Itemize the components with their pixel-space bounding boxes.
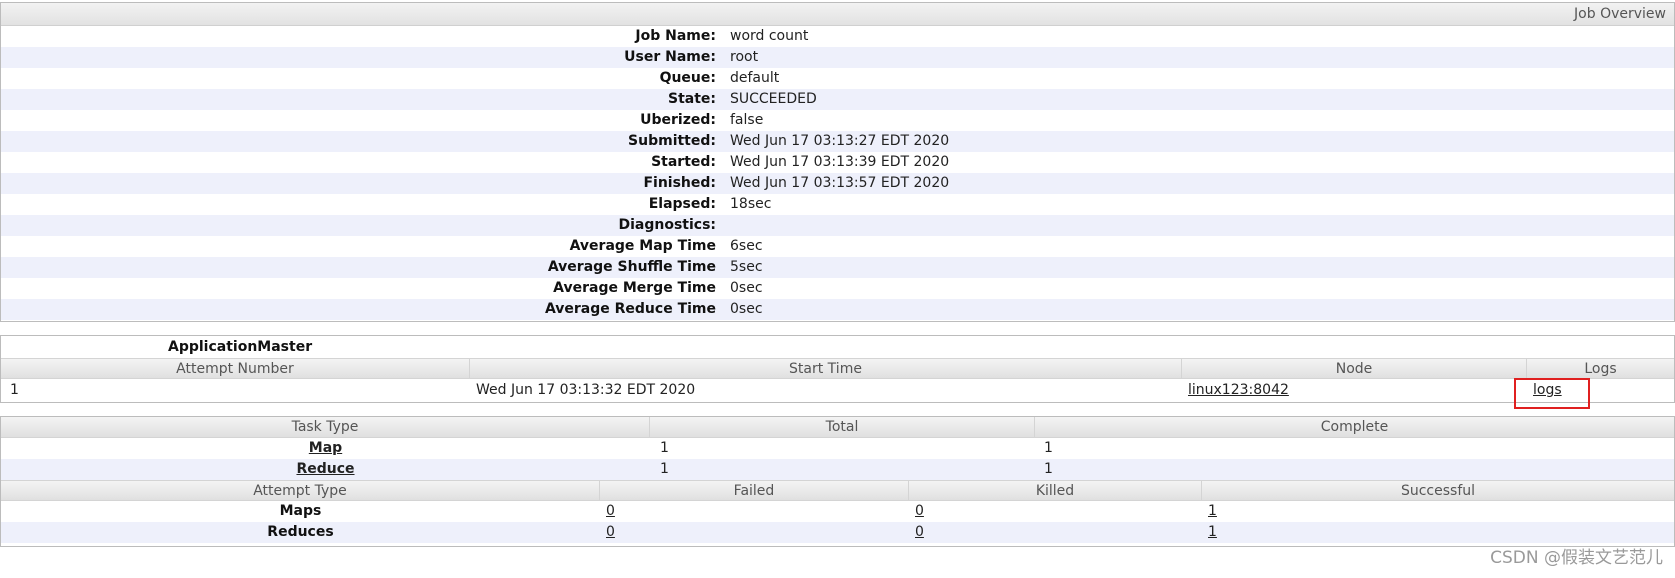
avg-reduce-time-row: Average Reduce Time 0sec — [1, 299, 1674, 320]
info-label: Average Shuffle Time — [547, 259, 716, 275]
column-header-killed[interactable]: Killed — [909, 481, 1202, 500]
elapsed-row: Elapsed: 18sec — [1, 194, 1674, 215]
started-row: Started: Wed Jun 17 03:13:39 EDT 2020 — [1, 152, 1674, 173]
node-cell: linux123:8042 — [1182, 379, 1527, 401]
info-value: Wed Jun 17 03:13:39 EDT 2020 — [730, 154, 950, 170]
info-value: default — [730, 70, 780, 86]
info-value: word count — [730, 28, 809, 44]
complete-cell: 1 — [1044, 440, 1053, 456]
job-overview-panel: Job Overview Job Name: word count User N… — [0, 2, 1675, 322]
column-header-logs[interactable]: Logs — [1527, 359, 1674, 378]
reduce-task-link[interactable]: Reduce — [296, 461, 354, 477]
state-row: State: SUCCEEDED — [1, 89, 1674, 110]
successful-cell: 1 — [1202, 522, 1674, 543]
reduces-successful-link[interactable]: 1 — [1208, 524, 1217, 540]
application-master-panel: ApplicationMaster Attempt Number Start T… — [0, 335, 1675, 403]
successful-cell: 1 — [1202, 501, 1674, 522]
attempt-row-reduces: Reduces 0 0 1 — [1, 522, 1674, 543]
attempt-row-maps: Maps 0 0 1 — [1, 501, 1674, 522]
column-header-task-type[interactable]: Task Type — [1, 417, 650, 437]
column-header-attempt-type[interactable]: Attempt Type — [1, 481, 600, 500]
column-header-failed[interactable]: Failed — [600, 481, 909, 500]
task-table-header: Task Type Total Complete — [1, 417, 1674, 438]
uberized-row: Uberized: false — [1, 110, 1674, 131]
avg-merge-time-row: Average Merge Time 0sec — [1, 278, 1674, 299]
avg-map-time-row: Average Map Time 6sec — [1, 236, 1674, 257]
am-table-row: 1 Wed Jun 17 03:13:32 EDT 2020 linux123:… — [1, 379, 1674, 401]
info-value: 6sec — [730, 238, 763, 254]
task-type-cell: Reduce — [1, 459, 650, 480]
column-header-complete[interactable]: Complete — [1035, 417, 1674, 437]
info-value: Wed Jun 17 03:13:57 EDT 2020 — [730, 175, 950, 191]
attempt-type-cell: Reduces — [267, 524, 334, 540]
job-overview-rows: Job Name: word count User Name: root Que… — [1, 26, 1674, 320]
am-table-header: Attempt Number Start Time Node Logs — [1, 358, 1674, 379]
attempt-number-cell: 1 — [10, 382, 19, 398]
task-row-reduce: Reduce 1 1 — [1, 459, 1674, 480]
info-label: Queue: — [659, 70, 716, 86]
application-master-title: ApplicationMaster — [168, 339, 313, 355]
node-link[interactable]: linux123:8042 — [1188, 382, 1289, 398]
reduces-failed-link[interactable]: 0 — [606, 524, 615, 540]
queue-row: Queue: default — [1, 68, 1674, 89]
logs-link[interactable]: logs — [1533, 382, 1562, 398]
info-value: false — [730, 112, 764, 128]
total-cell: 1 — [660, 440, 669, 456]
failed-cell: 0 — [600, 501, 909, 522]
job-name-row: Job Name: word count — [1, 26, 1674, 47]
column-header-attempt-number[interactable]: Attempt Number — [1, 359, 470, 378]
task-type-cell: Map — [1, 438, 650, 459]
info-value: 0sec — [730, 301, 763, 317]
killed-cell: 0 — [909, 501, 1202, 522]
total-cell: 1 — [660, 461, 669, 477]
info-label: State: — [667, 91, 716, 107]
logs-cell: logs — [1527, 379, 1674, 401]
watermark: CSDN @假装文艺范儿 — [1490, 548, 1663, 568]
task-row-map: Map 1 1 — [1, 438, 1674, 459]
start-time-cell: Wed Jun 17 03:13:32 EDT 2020 — [476, 382, 696, 398]
info-label: Elapsed: — [648, 196, 716, 212]
info-label: User Name: — [624, 49, 716, 65]
attempt-type-cell: Maps — [279, 503, 322, 519]
reduces-killed-link[interactable]: 0 — [915, 524, 924, 540]
diagnostics-row: Diagnostics: — [1, 215, 1674, 236]
info-value: Wed Jun 17 03:13:27 EDT 2020 — [730, 133, 950, 149]
column-header-start-time[interactable]: Start Time — [470, 359, 1182, 378]
info-label: Finished: — [643, 175, 716, 191]
info-label: Average Map Time — [569, 238, 716, 254]
maps-failed-link[interactable]: 0 — [606, 503, 615, 519]
user-name-row: User Name: root — [1, 47, 1674, 68]
killed-cell: 0 — [909, 522, 1202, 543]
info-value: 0sec — [730, 280, 763, 296]
info-value: SUCCEEDED — [730, 91, 817, 107]
complete-cell: 1 — [1044, 461, 1053, 477]
avg-shuffle-time-row: Average Shuffle Time 5sec — [1, 257, 1674, 278]
attempt-table-header: Attempt Type Failed Killed Successful — [1, 480, 1674, 501]
submitted-row: Submitted: Wed Jun 17 03:13:27 EDT 2020 — [1, 131, 1674, 152]
info-value: 5sec — [730, 259, 763, 275]
maps-killed-link[interactable]: 0 — [915, 503, 924, 519]
column-header-total[interactable]: Total — [650, 417, 1035, 437]
maps-successful-link[interactable]: 1 — [1208, 503, 1217, 519]
column-header-node[interactable]: Node — [1182, 359, 1527, 378]
info-label: Job Name: — [635, 28, 716, 44]
info-value: 18sec — [730, 196, 772, 212]
info-value — [716, 215, 730, 236]
info-value: root — [730, 49, 759, 65]
tasks-panel: Task Type Total Complete Map 1 1 Reduce … — [0, 416, 1675, 547]
info-label: Started: — [651, 154, 716, 170]
map-task-link[interactable]: Map — [309, 440, 342, 456]
info-label: Average Reduce Time — [544, 301, 716, 317]
info-label: Uberized: — [640, 112, 716, 128]
finished-row: Finished: Wed Jun 17 03:13:57 EDT 2020 — [1, 173, 1674, 194]
info-label: Submitted: — [628, 133, 716, 149]
failed-cell: 0 — [600, 522, 909, 543]
job-overview-header: Job Overview — [1, 3, 1674, 26]
info-label: Diagnostics: — [618, 217, 716, 233]
info-label: Average Merge Time — [553, 280, 716, 296]
column-header-successful[interactable]: Successful — [1202, 481, 1674, 500]
